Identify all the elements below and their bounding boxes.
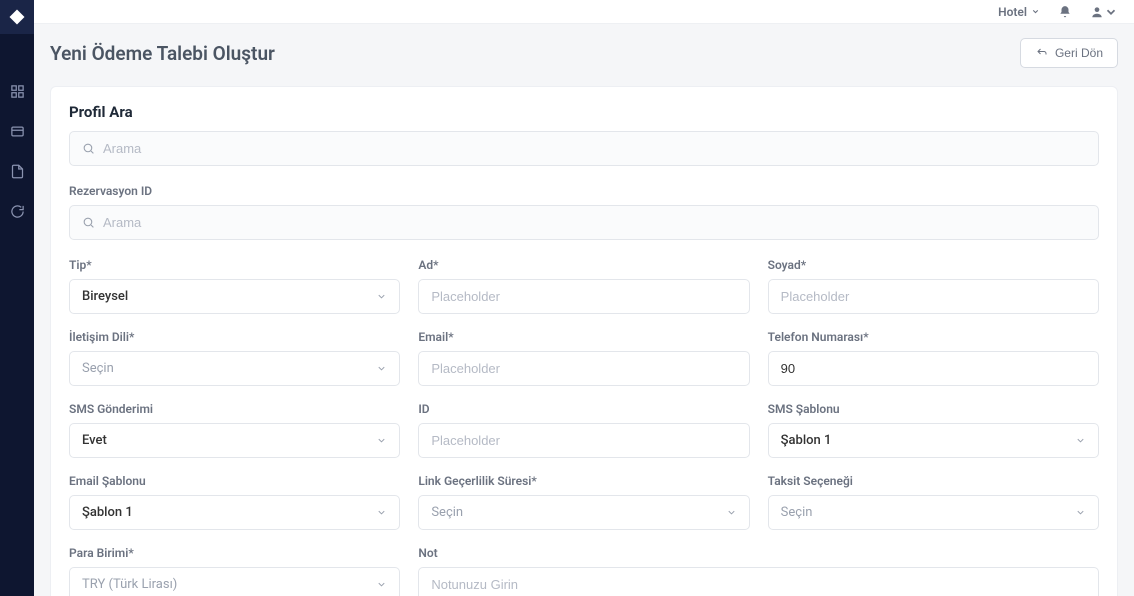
chevron-down-icon <box>1104 5 1118 19</box>
chevron-down-icon <box>376 579 387 590</box>
chevron-down-icon <box>1031 7 1040 16</box>
note-input[interactable] <box>418 567 1099 596</box>
firstname-label: Ad* <box>418 258 749 272</box>
installment-select[interactable]: Seçin <box>768 495 1099 530</box>
chevron-down-icon <box>1075 435 1086 446</box>
sidebar <box>0 0 34 596</box>
lastname-label: Soyad* <box>768 258 1099 272</box>
form-card: Profil Ara Rezervasyon ID <box>50 86 1118 596</box>
reservation-field: Rezervasyon ID <box>69 184 1099 240</box>
hotel-dropdown[interactable]: Hotel <box>998 5 1040 19</box>
hotel-label: Hotel <box>998 5 1027 19</box>
back-label: Geri Dön <box>1055 46 1103 60</box>
type-select[interactable]: Bireysel <box>69 279 400 314</box>
user-menu[interactable] <box>1090 5 1118 19</box>
currency-field: Para Birimi* TRY (Türk Lirası) <box>69 546 400 596</box>
email-template-label: Email Şablonu <box>69 474 400 488</box>
sms-template-select[interactable]: Şablon 1 <box>768 423 1099 458</box>
email-template-value: Şablon 1 <box>82 505 133 520</box>
currency-label: Para Birimi* <box>69 546 400 560</box>
installment-value: Seçin <box>781 505 813 520</box>
phone-label: Telefon Numarası* <box>768 330 1099 344</box>
type-label: Tip* <box>69 258 400 272</box>
topbar: Hotel <box>34 0 1134 24</box>
profile-search-wrap[interactable] <box>69 131 1099 166</box>
email-template-field: Email Şablonu Şablon 1 <box>69 474 400 530</box>
email-input[interactable] <box>418 351 749 386</box>
logo[interactable] <box>0 0 34 34</box>
id-label: ID <box>418 402 749 416</box>
diamond-icon <box>8 8 26 26</box>
id-input[interactable] <box>418 423 749 458</box>
sms-template-value: Şablon 1 <box>781 433 832 448</box>
note-label: Not <box>418 546 1099 560</box>
email-label: Email* <box>418 330 749 344</box>
note-field: Not <box>418 546 1099 596</box>
refresh-icon <box>10 204 25 219</box>
document-icon <box>10 164 25 179</box>
nav-documents[interactable] <box>0 154 34 188</box>
grid-icon <box>10 84 25 99</box>
lastname-field: Soyad* <box>768 258 1099 314</box>
phone-field: Telefon Numarası* <box>768 330 1099 386</box>
sms-send-field: SMS Gönderimi Evet <box>69 402 400 458</box>
bell-icon <box>1058 5 1072 19</box>
nav-settings[interactable] <box>0 194 34 228</box>
lang-field: İletişim Dili* Seçin <box>69 330 400 386</box>
lang-select[interactable]: Seçin <box>69 351 400 386</box>
id-field: ID <box>418 402 749 458</box>
page-header: Yeni Ödeme Talebi Oluştur Geri Dön <box>50 38 1118 68</box>
page-title: Yeni Ödeme Talebi Oluştur <box>50 42 275 65</box>
chevron-down-icon <box>1075 507 1086 518</box>
link-validity-select[interactable]: Seçin <box>418 495 749 530</box>
reservation-label: Rezervasyon ID <box>69 184 1099 198</box>
back-button[interactable]: Geri Dön <box>1020 38 1118 68</box>
profile-search-input[interactable] <box>103 141 1086 156</box>
link-validity-field: Link Geçerlilik Süresi* Seçin <box>418 474 749 530</box>
firstname-input[interactable] <box>418 279 749 314</box>
sms-send-select[interactable]: Evet <box>69 423 400 458</box>
sms-send-label: SMS Gönderimi <box>69 402 400 416</box>
notifications-button[interactable] <box>1058 5 1072 19</box>
sms-send-value: Evet <box>82 433 107 448</box>
sms-template-field: SMS Şablonu Şablon 1 <box>768 402 1099 458</box>
profile-search-title: Profil Ara <box>69 103 1099 121</box>
type-value: Bireysel <box>82 289 128 304</box>
inbox-icon <box>10 124 25 139</box>
content: Yeni Ödeme Talebi Oluştur Geri Dön Profi… <box>34 24 1134 596</box>
lang-value: Seçin <box>82 361 114 376</box>
phone-input[interactable] <box>768 351 1099 386</box>
main: Hotel Yeni Ödeme Talebi Oluştur Geri Dön <box>34 0 1134 596</box>
link-validity-value: Seçin <box>431 505 463 520</box>
reservation-input[interactable] <box>103 215 1086 230</box>
email-field: Email* <box>418 330 749 386</box>
installment-label: Taksit Seçeneği <box>768 474 1099 488</box>
installment-field: Taksit Seçeneği Seçin <box>768 474 1099 530</box>
chevron-down-icon <box>376 291 387 302</box>
nav-dashboard[interactable] <box>0 74 34 108</box>
arrow-back-icon <box>1035 47 1049 59</box>
sms-template-label: SMS Şablonu <box>768 402 1099 416</box>
chevron-down-icon <box>376 435 387 446</box>
firstname-field: Ad* <box>418 258 749 314</box>
currency-value: TRY (Türk Lirası) <box>82 577 177 592</box>
type-field: Tip* Bireysel <box>69 258 400 314</box>
lang-label: İletişim Dili* <box>69 330 400 344</box>
email-template-select[interactable]: Şablon 1 <box>69 495 400 530</box>
chevron-down-icon <box>376 507 387 518</box>
chevron-down-icon <box>376 363 387 374</box>
chevron-down-icon <box>726 507 737 518</box>
nav-inbox[interactable] <box>0 114 34 148</box>
search-icon <box>82 142 95 155</box>
search-icon <box>82 216 95 229</box>
lastname-input[interactable] <box>768 279 1099 314</box>
currency-select[interactable]: TRY (Türk Lirası) <box>69 567 400 596</box>
form-grid: Tip* Bireysel Ad* Soyad* <box>69 258 1099 596</box>
reservation-search-wrap[interactable] <box>69 205 1099 240</box>
link-validity-label: Link Geçerlilik Süresi* <box>418 474 749 488</box>
user-icon <box>1090 5 1104 19</box>
